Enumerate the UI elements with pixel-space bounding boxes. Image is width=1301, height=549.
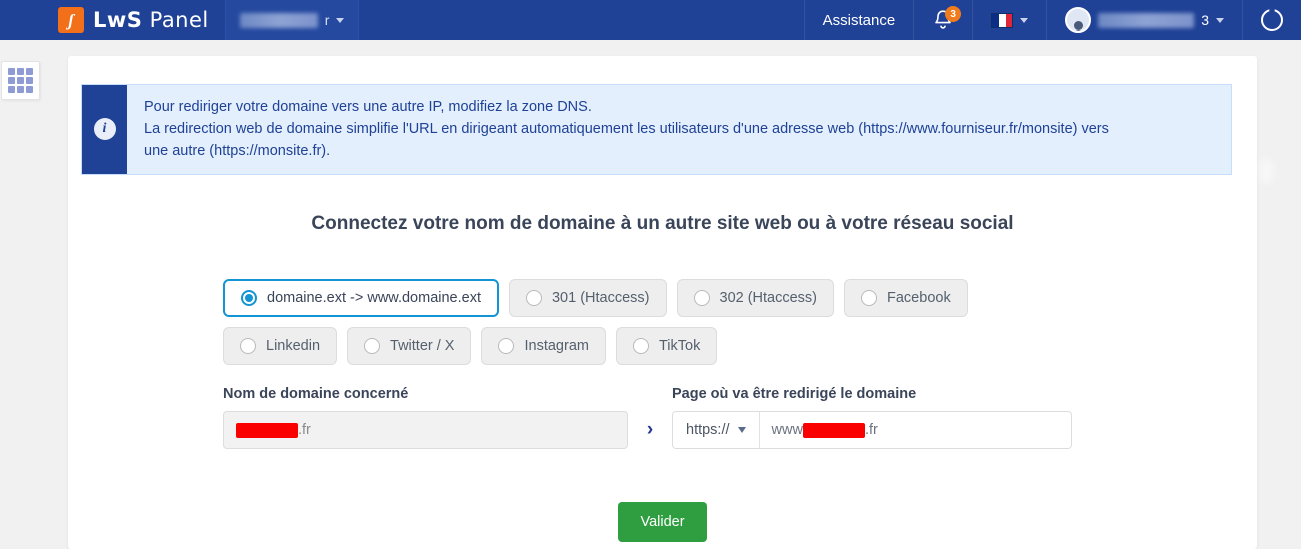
radio-icon (693, 290, 710, 306)
radio-icon (241, 290, 257, 306)
account-tab[interactable]: r (224, 0, 360, 40)
redacted-account-name (239, 12, 318, 28)
info-banner-line-2: La redirection web de domaine simplifie … (144, 121, 1109, 138)
option-label: TikTok (658, 338, 701, 354)
protocol-value: https:// (686, 422, 730, 438)
radio-icon (364, 338, 381, 354)
protocol-select[interactable]: https:// (673, 412, 760, 448)
chevron-down-icon (336, 17, 345, 23)
language-selector[interactable] (972, 0, 1046, 40)
redirect-form: Nom de domaine concerné .fr › Page où va… (223, 386, 1103, 449)
option-linkedin[interactable]: Linkedin (223, 327, 338, 365)
power-icon (1261, 9, 1283, 31)
option-label: domaine.ext -> www.domaine.ext (267, 290, 481, 306)
info-banner-text: Pour rediriger votre domaine vers une au… (127, 85, 1123, 174)
apps-menu-button[interactable] (1, 61, 40, 100)
redacted-target-value (802, 422, 865, 438)
info-banner: i Pour rediriger votre domaine vers une … (81, 84, 1232, 175)
flag-france-icon (991, 12, 1014, 28)
radio-icon (525, 290, 542, 306)
submit-row: Valider (68, 502, 1257, 542)
apps-grid-icon (8, 68, 33, 93)
target-url-input[interactable]: www .fr (760, 412, 1071, 448)
background-artifact (1258, 158, 1274, 184)
source-domain-input[interactable]: .fr (223, 411, 628, 449)
redirect-type-options: domaine.ext -> www.domaine.ext 301 (Htac… (223, 279, 968, 375)
target-url-prefix: www (771, 422, 803, 438)
page-title: Connectez votre nom de domaine à un autr… (311, 213, 1014, 234)
redacted-user-name (1098, 12, 1195, 28)
source-domain-suffix: .fr (298, 422, 311, 438)
target-page-input-group: https:// www .fr (672, 411, 1072, 449)
target-page-label: Page où va être redirigé le domaine (672, 386, 917, 402)
logout-button[interactable] (1242, 0, 1301, 40)
assistance-label: Assistance (822, 11, 896, 29)
user-menu[interactable]: 3 (1046, 0, 1242, 40)
chevron-down-icon (737, 427, 746, 433)
brand-name-suffix: Panel (149, 8, 209, 32)
top-navigation-bar: ʃ LwS Panel r Assistance 3 3 (0, 0, 1301, 40)
radio-icon (240, 338, 256, 354)
redirect-panel: i Pour rediriger votre domaine vers une … (68, 56, 1257, 549)
notifications-button[interactable]: 3 (913, 0, 972, 40)
target-url-suffix: .fr (864, 422, 878, 438)
option-label: Twitter / X (390, 338, 455, 354)
option-302-htaccess[interactable]: 302 (Htaccess) (676, 279, 835, 317)
form-fields-row: Nom de domaine concerné .fr › Page où va… (223, 386, 1103, 449)
option-instagram[interactable]: Instagram (481, 327, 606, 365)
radio-icon (861, 290, 878, 306)
source-domain-group: Nom de domaine concerné .fr (223, 386, 628, 449)
option-domain-to-www[interactable]: domaine.ext -> www.domaine.ext (223, 279, 499, 317)
option-label: 301 (Htaccess) (551, 290, 650, 306)
brand-name-prefix: LwS (93, 8, 143, 32)
option-twitter-x[interactable]: Twitter / X (347, 327, 472, 365)
target-page-group: Page où va être redirigé le domaine http… (672, 386, 1072, 449)
option-tiktok[interactable]: TikTok (615, 327, 718, 365)
chevron-down-icon (1020, 17, 1029, 23)
option-facebook[interactable]: Facebook (844, 279, 968, 317)
info-banner-accent: i (82, 85, 127, 174)
option-label: Facebook (887, 290, 951, 306)
info-banner-line-1: Pour rediriger votre domaine vers une au… (144, 99, 592, 115)
redirect-type-row-2: Linkedin Twitter / X Instagram TikTok (223, 327, 968, 365)
chevron-down-icon (1216, 17, 1224, 23)
lws-logo-icon: ʃ (58, 7, 84, 33)
info-banner-line-3: une autre (https://monsite.fr). (144, 143, 331, 160)
option-label: Linkedin (266, 338, 321, 354)
notification-badge: 3 (945, 6, 962, 22)
account-tab-suffix: r (324, 12, 330, 28)
redirect-type-row-1: domaine.ext -> www.domaine.ext 301 (Htac… (223, 279, 968, 317)
user-name-suffix: 3 (1201, 12, 1209, 28)
chevron-right-icon: › (646, 419, 654, 440)
brand-logo[interactable]: ʃ LwS Panel (0, 0, 225, 40)
option-label: Instagram (524, 338, 589, 354)
redacted-domain-value (236, 422, 298, 438)
main-content-area: i Pour rediriger votre domaine vers une … (42, 40, 1301, 549)
option-301-htaccess[interactable]: 301 (Htaccess) (508, 279, 667, 317)
avatar (1065, 7, 1092, 33)
bell-icon: 3 (932, 6, 962, 32)
brand-text: LwS Panel (93, 8, 209, 32)
validate-button[interactable]: Valider (618, 502, 707, 542)
info-icon: i (93, 118, 116, 141)
radio-icon (632, 338, 649, 354)
left-rail (0, 40, 42, 549)
source-domain-label: Nom de domaine concerné (223, 386, 409, 402)
option-label: 302 (Htaccess) (719, 290, 818, 306)
assistance-link[interactable]: Assistance (803, 0, 914, 40)
radio-icon (498, 338, 515, 354)
